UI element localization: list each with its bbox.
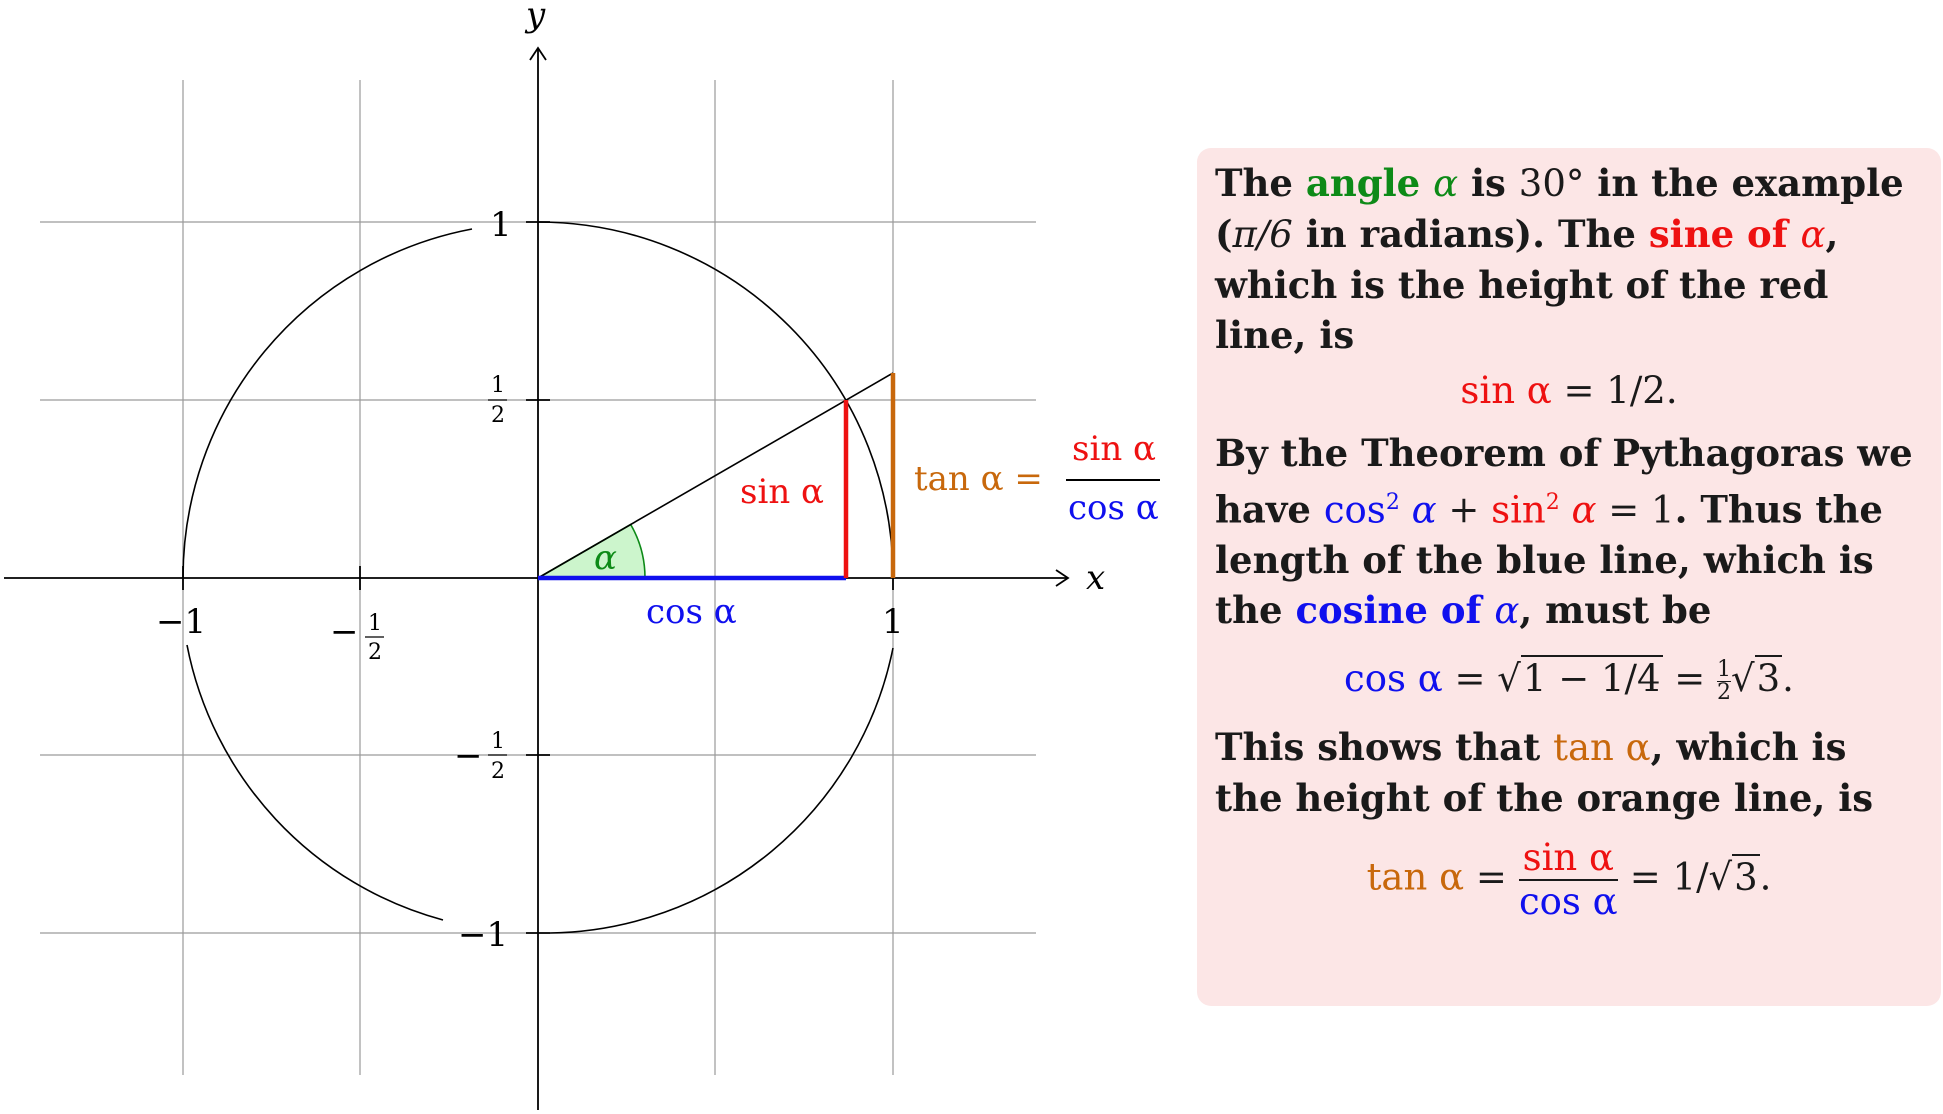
sine-term: sine of: [1648, 212, 1788, 256]
figure: x y −1 − 1 2 1 1 1 2 − 1 2 −1 α sin α co…: [0, 0, 1943, 1114]
axes: [4, 46, 1070, 1110]
unit-circle-diagram: x y −1 − 1 2 1 1 1 2 − 1 2 −1 α sin α co…: [4, 0, 1160, 1110]
paragraph-pythagoras: By the Theorem of Pythagoras we have cos…: [1215, 431, 1913, 633]
y-tick-label-half-num: 1: [491, 373, 505, 398]
paragraph-tangent: This shows that tan α, which is the heig…: [1215, 725, 1874, 821]
explanation-box: The angle α is 30° in the example (π/6 i…: [1197, 148, 1941, 1006]
x-tick-label-neg1: −1: [156, 602, 206, 642]
angle-label: α: [594, 538, 617, 578]
equation-sin: sin α = 1/2.: [1460, 369, 1678, 412]
x-tick-label-neg-half-den: 2: [368, 640, 382, 665]
tan-frac-den: cos α: [1068, 488, 1159, 528]
y-axis-label: y: [524, 0, 546, 35]
y-tick-label-neg-half-sign: −: [454, 736, 483, 776]
x-tick-label-neg-half-num: 1: [368, 611, 382, 636]
y-tick-label-neg-half-den: 2: [491, 759, 505, 784]
paragraph-angle: The angle α is 30° in the example (π/6 i…: [1215, 161, 1904, 357]
y-tick-label-neg1: −1: [458, 915, 508, 955]
y-tick-label-1: 1: [490, 205, 512, 245]
y-tick-label-neg-half-num: 1: [491, 729, 505, 754]
cos-label: cos α: [646, 592, 737, 632]
sin-label: sin α: [740, 472, 824, 512]
tan-frac-num: sin α: [1072, 429, 1156, 469]
angle-wedge: [535, 523, 646, 579]
cosine-term: cosine of: [1295, 588, 1482, 633]
circle-arc: [182, 228, 473, 579]
angle-term: angle: [1305, 161, 1421, 205]
x-tick-label-1: 1: [882, 602, 904, 642]
x-tick-label-neg-half-sign: −: [330, 612, 359, 652]
tan-label: tan α =: [914, 459, 1043, 499]
equation-cos: cos α = √1 − 1/4 = 1 2 √3.: [1344, 655, 1794, 706]
circle-arc: [186, 644, 444, 921]
y-tick-label-half-den: 2: [491, 403, 505, 428]
x-axis-label: x: [1086, 558, 1105, 598]
equation-tan: tan α = sin α cos α = 1/√3.: [1366, 836, 1772, 924]
circle-arc: [549, 647, 894, 934]
